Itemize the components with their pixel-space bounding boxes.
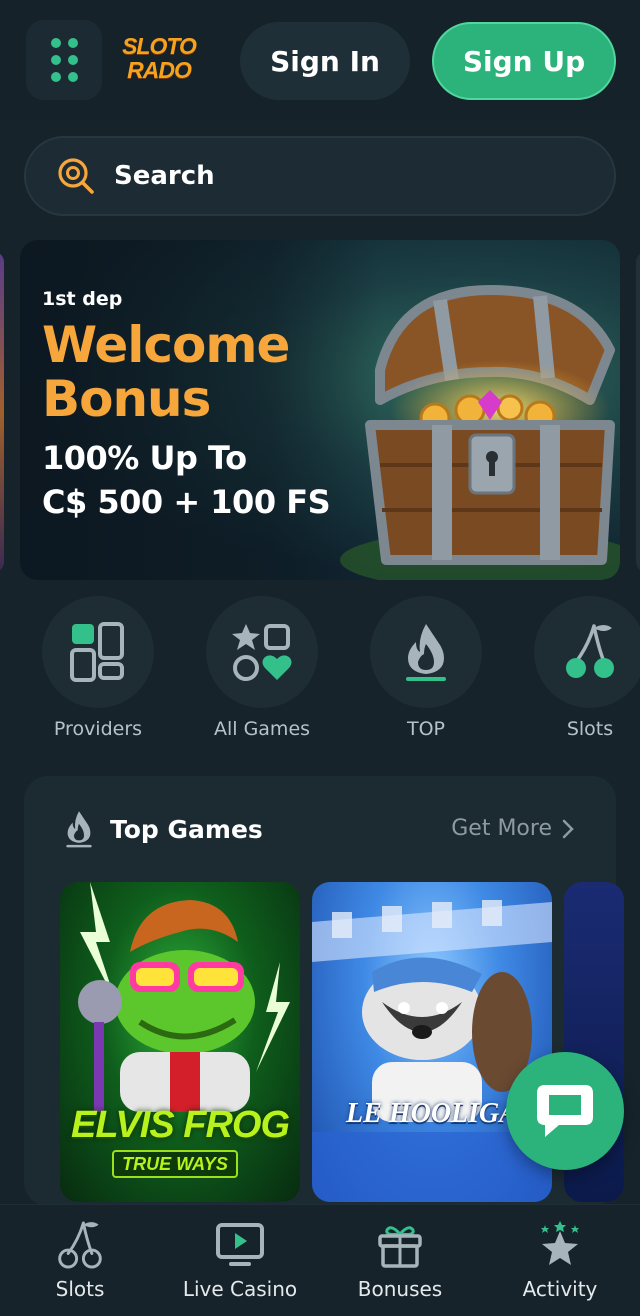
le-hooligan-artwork — [312, 900, 552, 1202]
logo-line-2: RADO — [127, 57, 192, 83]
flame-icon — [406, 624, 446, 681]
sign-in-button[interactable]: Sign In — [240, 22, 410, 100]
search-bar[interactable]: Search — [24, 136, 616, 216]
sign-up-button[interactable]: Sign Up — [432, 22, 616, 100]
live-chat-button[interactable] — [506, 1052, 624, 1170]
get-more-link[interactable]: Get More — [451, 816, 574, 841]
treasure-chest-image — [340, 285, 620, 580]
category-label: TOP — [406, 718, 446, 740]
nav-label: Slots — [55, 1277, 105, 1301]
banner-offer-line-1: 100% Up To — [42, 439, 247, 477]
tv-play-icon — [216, 1223, 264, 1266]
top-games-header: Top Games — [64, 810, 263, 848]
banner-offer-line-2: C$ 500 + 100 FS — [42, 483, 331, 521]
banner-peek-next[interactable] — [636, 252, 640, 572]
category-providers[interactable]: Providers — [42, 596, 154, 740]
elvis-frog-artwork — [78, 882, 290, 1112]
providers-icon — [70, 622, 124, 682]
banner-kicker: 1st dep — [42, 288, 123, 310]
logo[interactable]: SLOTO RADO — [116, 34, 202, 88]
gift-icon — [378, 1226, 422, 1268]
cherries-icon — [58, 1221, 102, 1269]
menu-dot-icon — [50, 38, 61, 48]
all-games-icon — [232, 624, 292, 681]
game-subtitle: TRUE WAYS — [112, 1150, 238, 1178]
game-card-le-hooligan[interactable]: LE HOOLIGA — [312, 882, 552, 1202]
category-top[interactable]: TOP — [370, 596, 482, 740]
bottom-navigation: Slots Live Casino Bonuses Activity — [0, 1204, 640, 1316]
category-label: All Games — [213, 718, 311, 740]
header: SLOTO RADO Sign In Sign Up — [0, 0, 640, 120]
search-input[interactable]: Search — [114, 161, 215, 191]
nav-activity[interactable]: Activity — [480, 1219, 640, 1301]
banner-title-line-2: Bonus — [42, 370, 211, 428]
category-all-games[interactable]: All Games — [206, 596, 318, 740]
chevron-right-icon — [562, 819, 574, 838]
nav-label: Bonuses — [357, 1277, 443, 1301]
cherries-icon — [566, 624, 614, 678]
nav-label: Live Casino — [182, 1277, 298, 1301]
welcome-bonus-banner[interactable]: 1st dep Welcome Bonus 100% Up To C$ 500 … — [20, 240, 620, 580]
banner-text: 1st dep Welcome Bonus 100% Up To C$ 500 … — [42, 288, 362, 524]
game-title: ELVIS FROG — [70, 1104, 290, 1146]
menu-button[interactable] — [26, 20, 102, 100]
banner-title-line-1: Welcome — [42, 316, 290, 374]
nav-label: Activity — [522, 1277, 598, 1301]
chat-bubble-icon — [537, 1085, 593, 1137]
banner-peek-previous[interactable] — [0, 252, 4, 572]
banner-offer: 100% Up To C$ 500 + 100 FS — [42, 436, 362, 524]
star-icon — [541, 1221, 579, 1265]
top-games-title: Top Games — [110, 814, 263, 844]
page: SLOTO RADO Sign In Sign Up Search 1st de… — [0, 0, 640, 1316]
logo-line-1: SLOTO — [122, 33, 197, 59]
category-label: Slots — [566, 718, 614, 740]
category-slots[interactable]: Slots — [534, 596, 640, 740]
get-more-label: Get More — [451, 816, 552, 841]
game-card-elvis-frog[interactable]: ELVIS FROG TRUE WAYS — [60, 882, 300, 1202]
nav-live-casino[interactable]: Live Casino — [160, 1219, 320, 1301]
category-label: Providers — [53, 718, 143, 740]
flame-icon — [66, 811, 92, 848]
search-icon — [58, 158, 94, 194]
nav-bonuses[interactable]: Bonuses — [320, 1219, 480, 1301]
nav-slots[interactable]: Slots — [0, 1219, 160, 1301]
